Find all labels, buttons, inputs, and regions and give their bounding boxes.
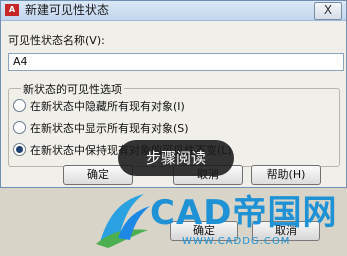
watermark-url-text: WWW.CADDG.COM: [182, 236, 291, 247]
radio-button-selected[interactable]: [13, 143, 26, 156]
dialog-title: 新建可见性状态: [25, 3, 110, 17]
visibility-options-legend: 新状态的可见性选项: [21, 81, 124, 97]
close-button[interactable]: X: [314, 2, 342, 20]
option-show-all[interactable]: 在新状态中显示所有现有对象(S): [13, 121, 189, 137]
title-bar[interactable]: A 新建可见性状态 X: [1, 1, 346, 21]
state-name-label: 可见性状态名称(V):: [8, 34, 105, 47]
watermark-brand-text: CAD帝国网: [150, 193, 338, 233]
step-reading-tooltip[interactable]: 步骤阅读: [118, 140, 234, 176]
option-hide-all[interactable]: 在新状态中隐藏所有现有对象(I): [13, 99, 185, 115]
help-button[interactable]: 帮助(H): [251, 165, 321, 185]
radio-button[interactable]: [13, 99, 26, 112]
option-label: 在新状态中显示所有现有对象(S): [30, 122, 189, 135]
radio-button[interactable]: [13, 121, 26, 134]
autocad-app-icon: A: [5, 4, 19, 16]
option-label: 在新状态中隐藏所有现有对象(I): [30, 100, 185, 113]
state-name-input[interactable]: A4: [8, 53, 344, 71]
